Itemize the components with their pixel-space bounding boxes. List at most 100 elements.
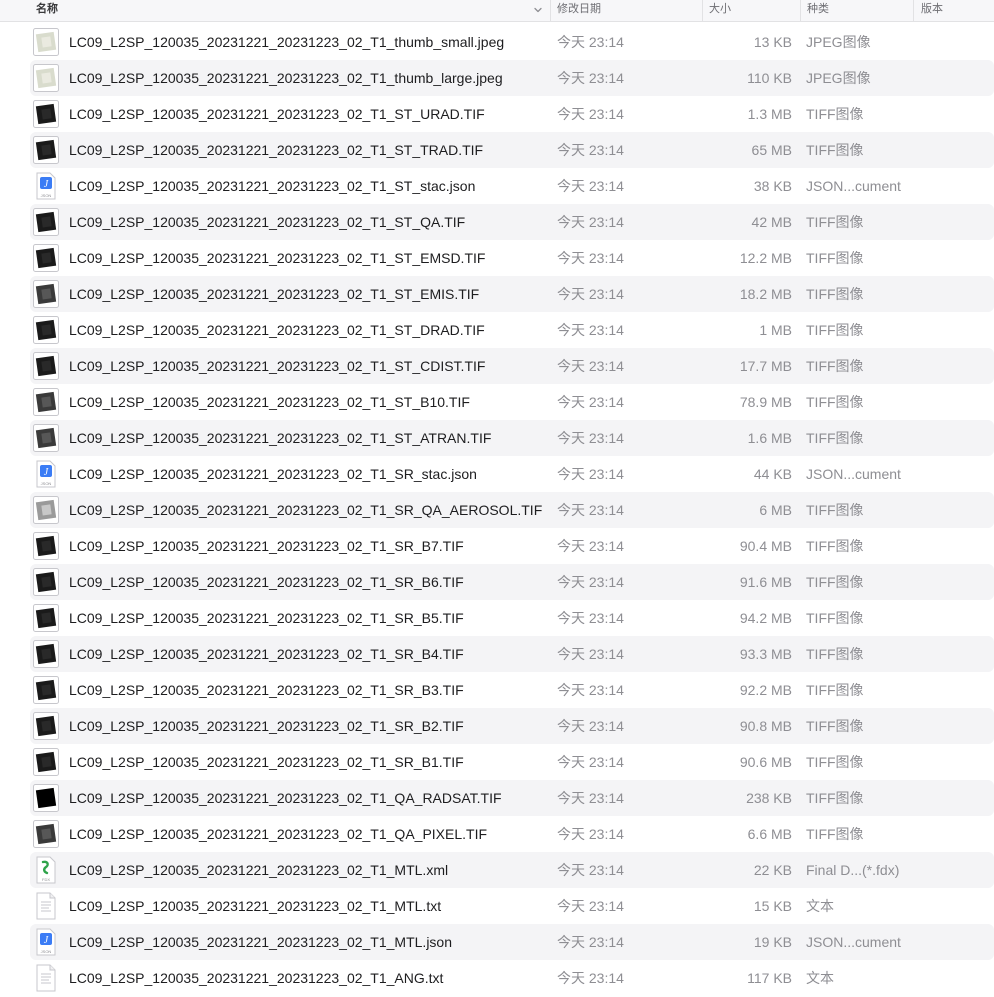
file-row[interactable]: J JSON LC09_L2SP_120035_20231221_20231223_… [0,168,994,204]
file-kind: JSON...cument [806,178,901,194]
file-kind: JSON...cument [806,466,901,482]
file-kind: TIFF图像 [806,142,864,158]
file-kind: TIFF图像 [806,106,864,122]
tiff-gray-icon [33,388,59,416]
tiff-dark-icon [33,640,59,668]
file-date: 今天 23:14 [557,862,624,878]
json-icon: J JSON [33,928,59,956]
file-row[interactable]: LC09_L2SP_120035_20231221_20231223_02_T1… [0,780,994,816]
file-name: LC09_L2SP_120035_20231221_20231223_02_T1… [69,430,492,446]
sort-chevron-down-icon[interactable] [532,4,544,16]
file-size: 12.2 MB [739,250,792,266]
file-row[interactable]: LC09_L2SP_120035_20231221_20231223_02_T1… [0,636,994,672]
file-size: 1 MB [759,322,792,338]
file-row[interactable]: LC09_L2SP_120035_20231221_20231223_02_T1… [0,312,994,348]
file-row[interactable]: LC09_L2SP_120035_20231221_20231223_02_T1… [0,96,994,132]
file-size: 17.7 MB [739,358,792,374]
file-name: LC09_L2SP_120035_20231221_20231223_02_T1… [69,718,464,734]
file-list: LC09_L2SP_120035_20231221_20231223_02_T1… [0,24,994,996]
file-row[interactable]: LC09_L2SP_120035_20231221_20231223_02_T1… [0,816,994,852]
file-name: LC09_L2SP_120035_20231221_20231223_02_T1… [69,646,464,662]
file-name: LC09_L2SP_120035_20231221_20231223_02_T1… [69,790,502,806]
file-row[interactable]: LC09_L2SP_120035_20231221_20231223_02_T1… [0,60,994,96]
file-size: 90.8 MB [739,718,792,734]
file-row[interactable]: LC09_L2SP_120035_20231221_20231223_02_T1… [0,384,994,420]
file-name: LC09_L2SP_120035_20231221_20231223_02_T1… [69,106,485,122]
json-icon: J JSON [33,460,59,488]
file-row[interactable]: LC09_L2SP_120035_20231221_20231223_02_T1… [0,276,994,312]
file-size: 19 KB [753,934,792,950]
file-date: 今天 23:14 [557,178,624,194]
file-row[interactable]: LC09_L2SP_120035_20231221_20231223_02_T1… [0,528,994,564]
column-header-size[interactable]: 大小 [702,0,800,22]
file-date: 今天 23:14 [557,466,624,482]
file-row[interactable]: LC09_L2SP_120035_20231221_20231223_02_T1… [0,132,994,168]
file-name: LC09_L2SP_120035_20231221_20231223_02_T1… [69,322,485,338]
column-header-date[interactable]: 修改日期 [550,0,702,22]
file-kind: TIFF图像 [806,646,864,662]
file-name: LC09_L2SP_120035_20231221_20231223_02_T1… [69,142,484,158]
column-header-version[interactable]: 版本 [913,0,994,22]
jpeg-thumb-icon [33,64,59,92]
file-date: 今天 23:14 [557,970,624,986]
file-row[interactable]: LC09_L2SP_120035_20231221_20231223_02_T1… [0,492,994,528]
file-size: 94.2 MB [739,610,792,626]
file-kind: TIFF图像 [806,790,864,806]
column-header-kind[interactable]: 种类 [800,0,913,22]
file-kind: TIFF图像 [806,286,864,302]
file-size: 78.9 MB [739,394,792,410]
tiff-dark-icon [33,136,59,164]
file-kind: JSON...cument [806,934,901,950]
file-row[interactable]: LC09_L2SP_120035_20231221_20231223_02_T1… [0,348,994,384]
file-row[interactable]: J JSON LC09_L2SP_120035_20231221_20231223_… [0,924,994,960]
tiff-dark-icon [33,208,59,236]
file-name: LC09_L2SP_120035_20231221_20231223_02_T1… [69,34,505,50]
file-name: LC09_L2SP_120035_20231221_20231223_02_T1… [69,214,466,230]
file-size: 90.4 MB [739,538,792,554]
file-date: 今天 23:14 [557,610,624,626]
file-name: LC09_L2SP_120035_20231221_20231223_02_T1… [69,862,449,878]
tiff-dark-icon [33,352,59,380]
file-row[interactable]: LC09_L2SP_120035_20231221_20231223_02_T1… [0,240,994,276]
file-size: 22 KB [753,862,792,878]
file-row[interactable]: LC09_L2SP_120035_20231221_20231223_02_T1… [0,960,994,996]
file-size: 38 KB [753,178,792,194]
file-row[interactable]: J JSON LC09_L2SP_120035_20231221_20231223_… [0,456,994,492]
file-kind: JPEG图像 [806,70,871,86]
file-name: LC09_L2SP_120035_20231221_20231223_02_T1… [69,286,480,302]
file-size: 93.3 MB [739,646,792,662]
file-row[interactable]: FDX LC09_L2SP_120035_20231221_20231223_02… [0,852,994,888]
file-row[interactable]: LC09_L2SP_120035_20231221_20231223_02_T1… [0,24,994,60]
file-row[interactable]: LC09_L2SP_120035_20231221_20231223_02_T1… [0,600,994,636]
file-row[interactable]: LC09_L2SP_120035_20231221_20231223_02_T1… [0,420,994,456]
tiff-gray-icon [33,820,59,848]
file-row[interactable]: LC09_L2SP_120035_20231221_20231223_02_T1… [0,204,994,240]
svg-text:JSON: JSON [41,481,52,486]
tiff-dark-icon [33,712,59,740]
file-row[interactable]: LC09_L2SP_120035_20231221_20231223_02_T1… [0,744,994,780]
file-row[interactable]: LC09_L2SP_120035_20231221_20231223_02_T1… [0,564,994,600]
file-size: 117 KB [747,970,792,986]
file-kind: JPEG图像 [806,34,871,50]
file-kind: TIFF图像 [806,826,864,842]
file-name: LC09_L2SP_120035_20231221_20231223_02_T1… [69,754,464,770]
file-name: LC09_L2SP_120035_20231221_20231223_02_T1… [69,250,486,266]
file-size: 6 MB [759,502,792,518]
file-date: 今天 23:14 [557,394,624,410]
column-header-name[interactable]: 名称 [0,0,550,22]
file-name: LC09_L2SP_120035_20231221_20231223_02_T1… [69,970,444,986]
file-name: LC09_L2SP_120035_20231221_20231223_02_T1… [69,826,488,842]
file-kind: 文本 [806,898,834,914]
tiff-dark-icon [33,604,59,632]
file-size: 91.6 MB [739,574,792,590]
file-date: 今天 23:14 [557,142,624,158]
file-date: 今天 23:14 [557,70,624,86]
file-kind: TIFF图像 [806,322,864,338]
file-row[interactable]: LC09_L2SP_120035_20231221_20231223_02_T1… [0,672,994,708]
file-row[interactable]: LC09_L2SP_120035_20231221_20231223_02_T1… [0,888,994,924]
svg-text:J: J [44,179,49,190]
file-kind: TIFF图像 [806,754,864,770]
file-date: 今天 23:14 [557,214,624,230]
fdx-icon: FDX [33,856,59,884]
file-row[interactable]: LC09_L2SP_120035_20231221_20231223_02_T1… [0,708,994,744]
